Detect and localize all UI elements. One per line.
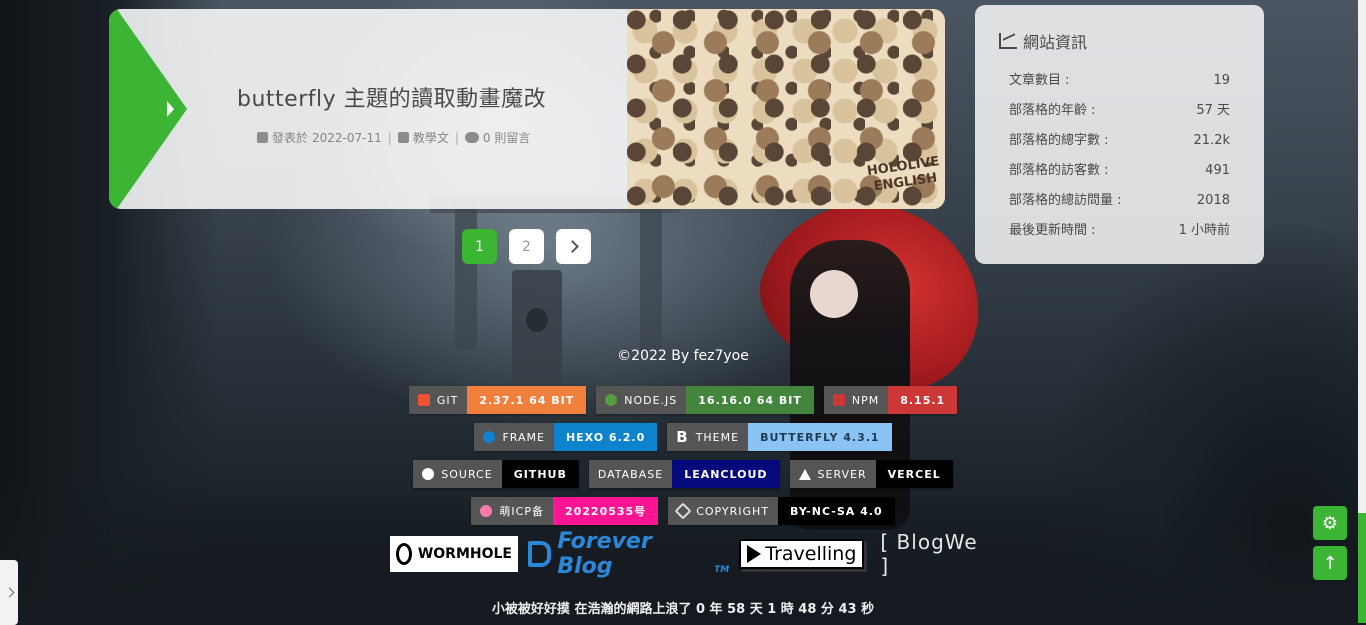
nodejs-icon (605, 394, 618, 406)
widget-row-value: 491 (1205, 163, 1230, 178)
widget-row-label: 部落格的訪客數 : (1009, 163, 1109, 178)
page-number-current[interactable]: 1 (462, 229, 497, 264)
calendar-icon (257, 132, 268, 143)
post-date: 2022-07-11 (312, 130, 382, 145)
chevron-right-icon (4, 587, 14, 598)
github-icon (422, 468, 435, 480)
settings-button[interactable]: ⚙ (1313, 506, 1347, 540)
background-character-face (810, 270, 858, 318)
back-to-top-button[interactable]: ↑ (1313, 546, 1347, 580)
forever-blog-logo-icon (528, 541, 552, 567)
widget-row-label: 部落格的總字數 : (1009, 133, 1109, 148)
line-chart-icon (999, 33, 1017, 49)
play-icon (747, 545, 762, 563)
forever-blog-banner[interactable]: Forever Blog TM (528, 529, 729, 579)
widget-row: 文章數目 : 19 (999, 66, 1230, 96)
badge-source[interactable]: SOURCE GITHUB (413, 460, 579, 488)
widget-row: 部落格的年齡 : 57 天 (999, 96, 1230, 126)
arrow-up-icon: ↑ (1322, 552, 1338, 574)
moe-icp-icon (480, 505, 493, 517)
widget-row: 部落格的總訪問量 : 2018 (999, 186, 1230, 216)
inbox-icon (397, 132, 409, 143)
post-meta: 發表於 2022-07-11 | 教學文 | 0 則留言 (257, 129, 530, 146)
blogwe-link[interactable]: [ BlogWe ] (880, 530, 990, 578)
post-title-link[interactable]: butterfly 主題的讀取動畫魔改 (237, 81, 617, 113)
post-arrow-decoration (109, 9, 187, 209)
footer-copyright: ©2022 By fez7yoe (617, 348, 749, 364)
comments-icon (464, 132, 479, 143)
badge-database[interactable]: DATABASE LEANCLOUD (588, 460, 780, 488)
recent-post-item[interactable]: butterfly 主題的讀取動畫魔改 發表於 2022-07-11 | 教學文… (109, 9, 945, 209)
badge-server[interactable]: SERVER VERCEL (789, 460, 953, 488)
pagination: 1 2 (462, 229, 591, 264)
background-lantern (512, 270, 562, 390)
butterfly-b-icon: B (676, 428, 689, 446)
widget-row-value: 57 天 (1196, 103, 1230, 118)
git-icon (417, 394, 430, 406)
page-number[interactable]: 2 (509, 229, 544, 264)
widget-title: 網站資訊 (1023, 33, 1088, 52)
post-comments-link[interactable]: 0 則留言 (483, 129, 530, 146)
widget-row-label: 最後更新時間 : (1009, 223, 1096, 238)
next-page-button[interactable] (556, 229, 591, 264)
badge-nodejs[interactable]: NODE.JS 16.16.0 64 BIT (596, 386, 814, 414)
creative-commons-icon (674, 502, 692, 520)
meta-separator: | (454, 130, 459, 145)
site-runtime: 小被被好好摸 在浩瀚的網路上浪了 0 年 58 天 1 時 48 分 43 秒 (491, 602, 875, 617)
badge-git[interactable]: GIT 2.37.1 64 BIT (408, 386, 587, 414)
rightside-edge (1358, 513, 1366, 623)
widget-row: 部落格的總字數 : 21.2k (999, 126, 1230, 156)
widget-header: 網站資訊 (999, 29, 1230, 53)
badge-frame[interactable]: FRAME HEXO 6.2.0 (474, 423, 658, 451)
cover-logo-text: HOLOLIVE ENGLISH (866, 154, 941, 195)
background-torii-post (455, 200, 477, 350)
sidebar-toggle-button[interactable] (0, 560, 18, 625)
widget-row: 最後更新時間 : 1 小時前 (999, 216, 1230, 246)
widget-row-value: 21.2k (1193, 133, 1230, 148)
wormhole-banner[interactable]: WORMHOLE (390, 536, 518, 572)
widget-row-label: 部落格的總訪問量 : (1009, 193, 1122, 208)
badge-row: SOURCE GITHUB DATABASE LEANCLOUD SERVER … (0, 460, 1366, 488)
wormhole-ring-icon (396, 543, 412, 565)
friend-banners: WORMHOLE Forever Blog TM Travelling [ Bl… (390, 529, 990, 579)
chevron-right-icon (167, 101, 174, 117)
badge-row: GIT 2.37.1 64 BIT NODE.JS 16.16.0 64 BIT… (0, 386, 1366, 414)
chevron-right-icon (565, 240, 579, 253)
widget-row-label: 文章數目 : (1009, 73, 1070, 88)
widget-row: 部落格的訪客數 : 491 (999, 156, 1230, 186)
gear-icon: ⚙ (1321, 512, 1339, 534)
badge-row: 萌ICP备 20220535号 COPYRIGHT BY-NC-SA 4.0 (0, 497, 1366, 525)
npm-icon (832, 394, 845, 406)
widget-row-value: 2018 (1196, 193, 1230, 208)
hexo-icon (483, 431, 496, 443)
badge-npm[interactable]: NPM 8.15.1 (823, 386, 958, 414)
meta-separator: | (387, 130, 392, 145)
travelling-banner[interactable]: Travelling (739, 539, 865, 569)
badge-moe-icp[interactable]: 萌ICP备 20220535号 (471, 497, 659, 525)
badge-copyright[interactable]: COPYRIGHT BY-NC-SA 4.0 (668, 497, 895, 525)
widget-row-value: 19 (1213, 73, 1230, 88)
vercel-triangle-icon (798, 468, 811, 480)
badge-row: FRAME HEXO 6.2.0 B THEME BUTTERFLY 4.3.1 (0, 423, 1366, 451)
background-torii-post (640, 200, 662, 350)
post-cover-image[interactable]: HOLOLIVE ENGLISH (627, 9, 945, 209)
widget-row-value: 1 小時前 (1178, 223, 1230, 238)
widget-row-label: 部落格的年齡 : (1009, 103, 1096, 118)
post-category-link[interactable]: 教學文 (413, 129, 449, 146)
post-date-prefix: 發表於 (272, 131, 309, 145)
site-info-widget: 網站資訊 文章數目 : 19 部落格的年齡 : 57 天 部落格的總字數 : 2… (975, 5, 1264, 264)
badge-theme[interactable]: B THEME BUTTERFLY 4.3.1 (667, 423, 892, 451)
